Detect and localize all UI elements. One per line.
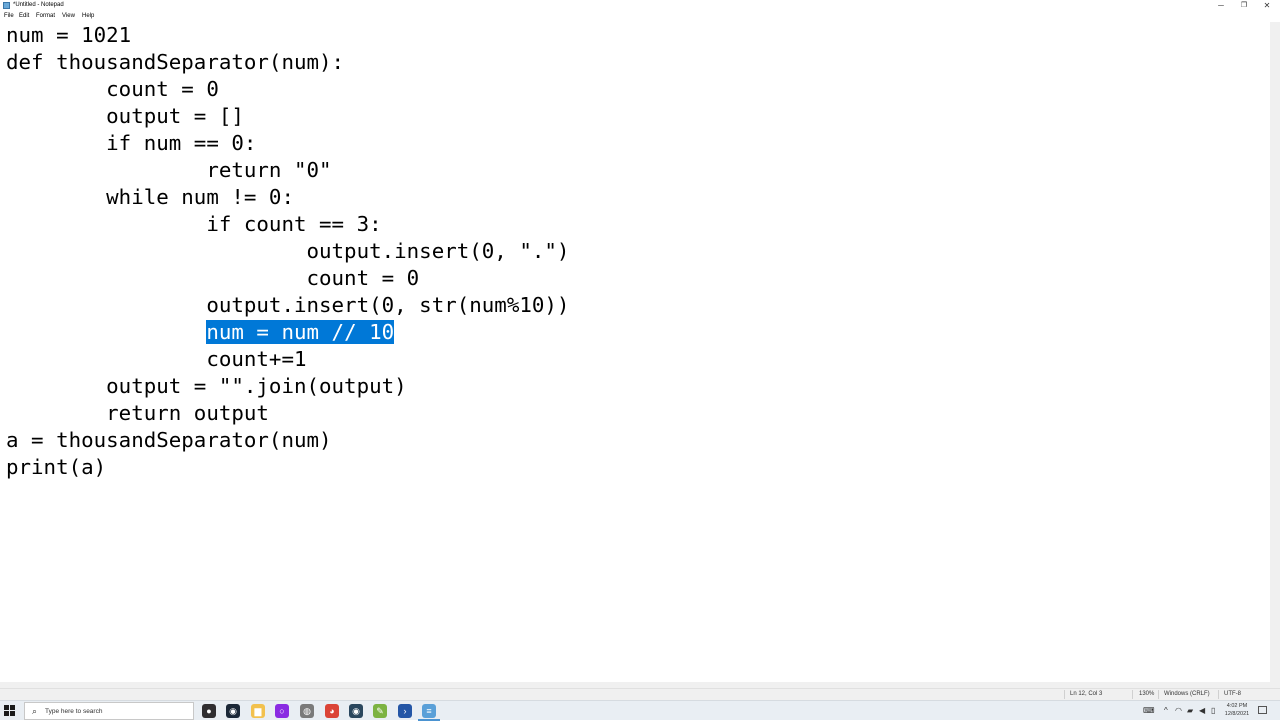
- chrome-icon[interactable]: ◕: [325, 704, 339, 718]
- clock-date: 12/8/2021: [1224, 711, 1250, 717]
- obs-icon[interactable]: ●: [202, 704, 216, 718]
- menu-help[interactable]: Help: [82, 12, 94, 21]
- notepad-icon[interactable]: ≡: [422, 704, 436, 718]
- title-bar: *Untitled - Notepad ─ ❐ ✕: [0, 0, 1280, 11]
- search-placeholder: Type here to search: [45, 708, 103, 715]
- line-ending: Windows (CRLF): [1164, 691, 1210, 697]
- code-line[interactable]: while num != 0:: [6, 184, 294, 211]
- maximize-button[interactable]: ❐: [1233, 0, 1255, 11]
- menu-file[interactable]: File: [4, 12, 14, 21]
- keyboard-icon[interactable]: ⌨: [1143, 706, 1155, 716]
- notepad-app-icon: [3, 2, 10, 9]
- search-icon: ⌕: [32, 706, 38, 716]
- zoom-level: 130%: [1139, 691, 1155, 697]
- text-editor[interactable]: num = 1021 def thousandSeparator(num): c…: [0, 22, 1270, 682]
- notification-icon[interactable]: [1258, 706, 1267, 714]
- code-line[interactable]: output.insert(0, "."): [6, 238, 569, 265]
- code-line[interactable]: count = 0: [6, 76, 219, 103]
- cortana-icon[interactable]: ○: [275, 704, 289, 718]
- code-line[interactable]: def thousandSeparator(num):: [6, 49, 344, 76]
- chevron-up-icon[interactable]: ^: [1164, 706, 1168, 716]
- taskbar: ⌕ Type here to search ● ◉ ▆ ○ ◍ ◕ ◉ ✎ › …: [0, 700, 1280, 721]
- code-line[interactable]: if num == 0:: [6, 130, 256, 157]
- steam-icon[interactable]: ◉: [226, 704, 240, 718]
- cursor-position: Ln 12, Col 3: [1070, 691, 1103, 697]
- powershell-icon[interactable]: ›: [398, 704, 412, 718]
- encoding: UTF-8: [1224, 691, 1241, 697]
- status-separator: [1064, 690, 1065, 699]
- code-line[interactable]: output = "".join(output): [6, 373, 407, 400]
- battery-icon[interactable]: ▯: [1211, 706, 1215, 716]
- menu-format[interactable]: Format: [36, 12, 55, 21]
- window-title: *Untitled - Notepad: [13, 2, 64, 8]
- code-line-selected[interactable]: num = num // 10: [6, 319, 395, 346]
- clock-time: 4:02 PM: [1226, 703, 1248, 709]
- vertical-scrollbar[interactable]: [1270, 22, 1280, 682]
- minimize-button[interactable]: ─: [1210, 0, 1232, 11]
- status-separator: [1158, 690, 1159, 699]
- status-bar: Ln 12, Col 3 130% Windows (CRLF) UTF-8: [0, 688, 1280, 700]
- taskbar-search-input[interactable]: ⌕ Type here to search: [24, 702, 194, 720]
- code-line[interactable]: a = thousandSeparator(num): [6, 427, 332, 454]
- code-line[interactable]: if count == 3:: [6, 211, 381, 238]
- code-line[interactable]: return output: [6, 400, 269, 427]
- code-line[interactable]: count+=1: [6, 346, 306, 373]
- text-selection[interactable]: num = num // 10: [206, 320, 395, 344]
- notepadpp-icon[interactable]: ✎: [373, 704, 387, 718]
- code-line[interactable]: return "0": [6, 157, 331, 184]
- close-button[interactable]: ✕: [1256, 0, 1278, 11]
- taskbar-clock[interactable]: 4:02 PM 12/8/2021: [1222, 702, 1252, 718]
- windows-start-icon[interactable]: [4, 705, 15, 716]
- code-line[interactable]: count = 0: [6, 265, 419, 292]
- gamepad-icon[interactable]: ◍: [300, 704, 314, 718]
- code-line[interactable]: output.insert(0, str(num%10)): [6, 292, 569, 319]
- code-line[interactable]: num = 1021: [6, 22, 131, 49]
- code-line[interactable]: output = []: [6, 103, 244, 130]
- steam-app-icon[interactable]: ◉: [349, 704, 363, 718]
- status-separator: [1218, 690, 1219, 699]
- status-separator: [1132, 690, 1133, 699]
- menu-edit[interactable]: Edit: [19, 12, 29, 21]
- code-line[interactable]: print(a): [6, 454, 106, 481]
- file-explorer-icon[interactable]: ▆: [251, 704, 265, 718]
- volume-icon[interactable]: ◀: [1199, 706, 1205, 716]
- menu-bar: File Edit Format View Help: [0, 11, 1280, 22]
- network-icon[interactable]: ◠: [1175, 706, 1182, 716]
- menu-view[interactable]: View: [62, 12, 75, 21]
- dropbox-icon[interactable]: ▰: [1187, 706, 1193, 716]
